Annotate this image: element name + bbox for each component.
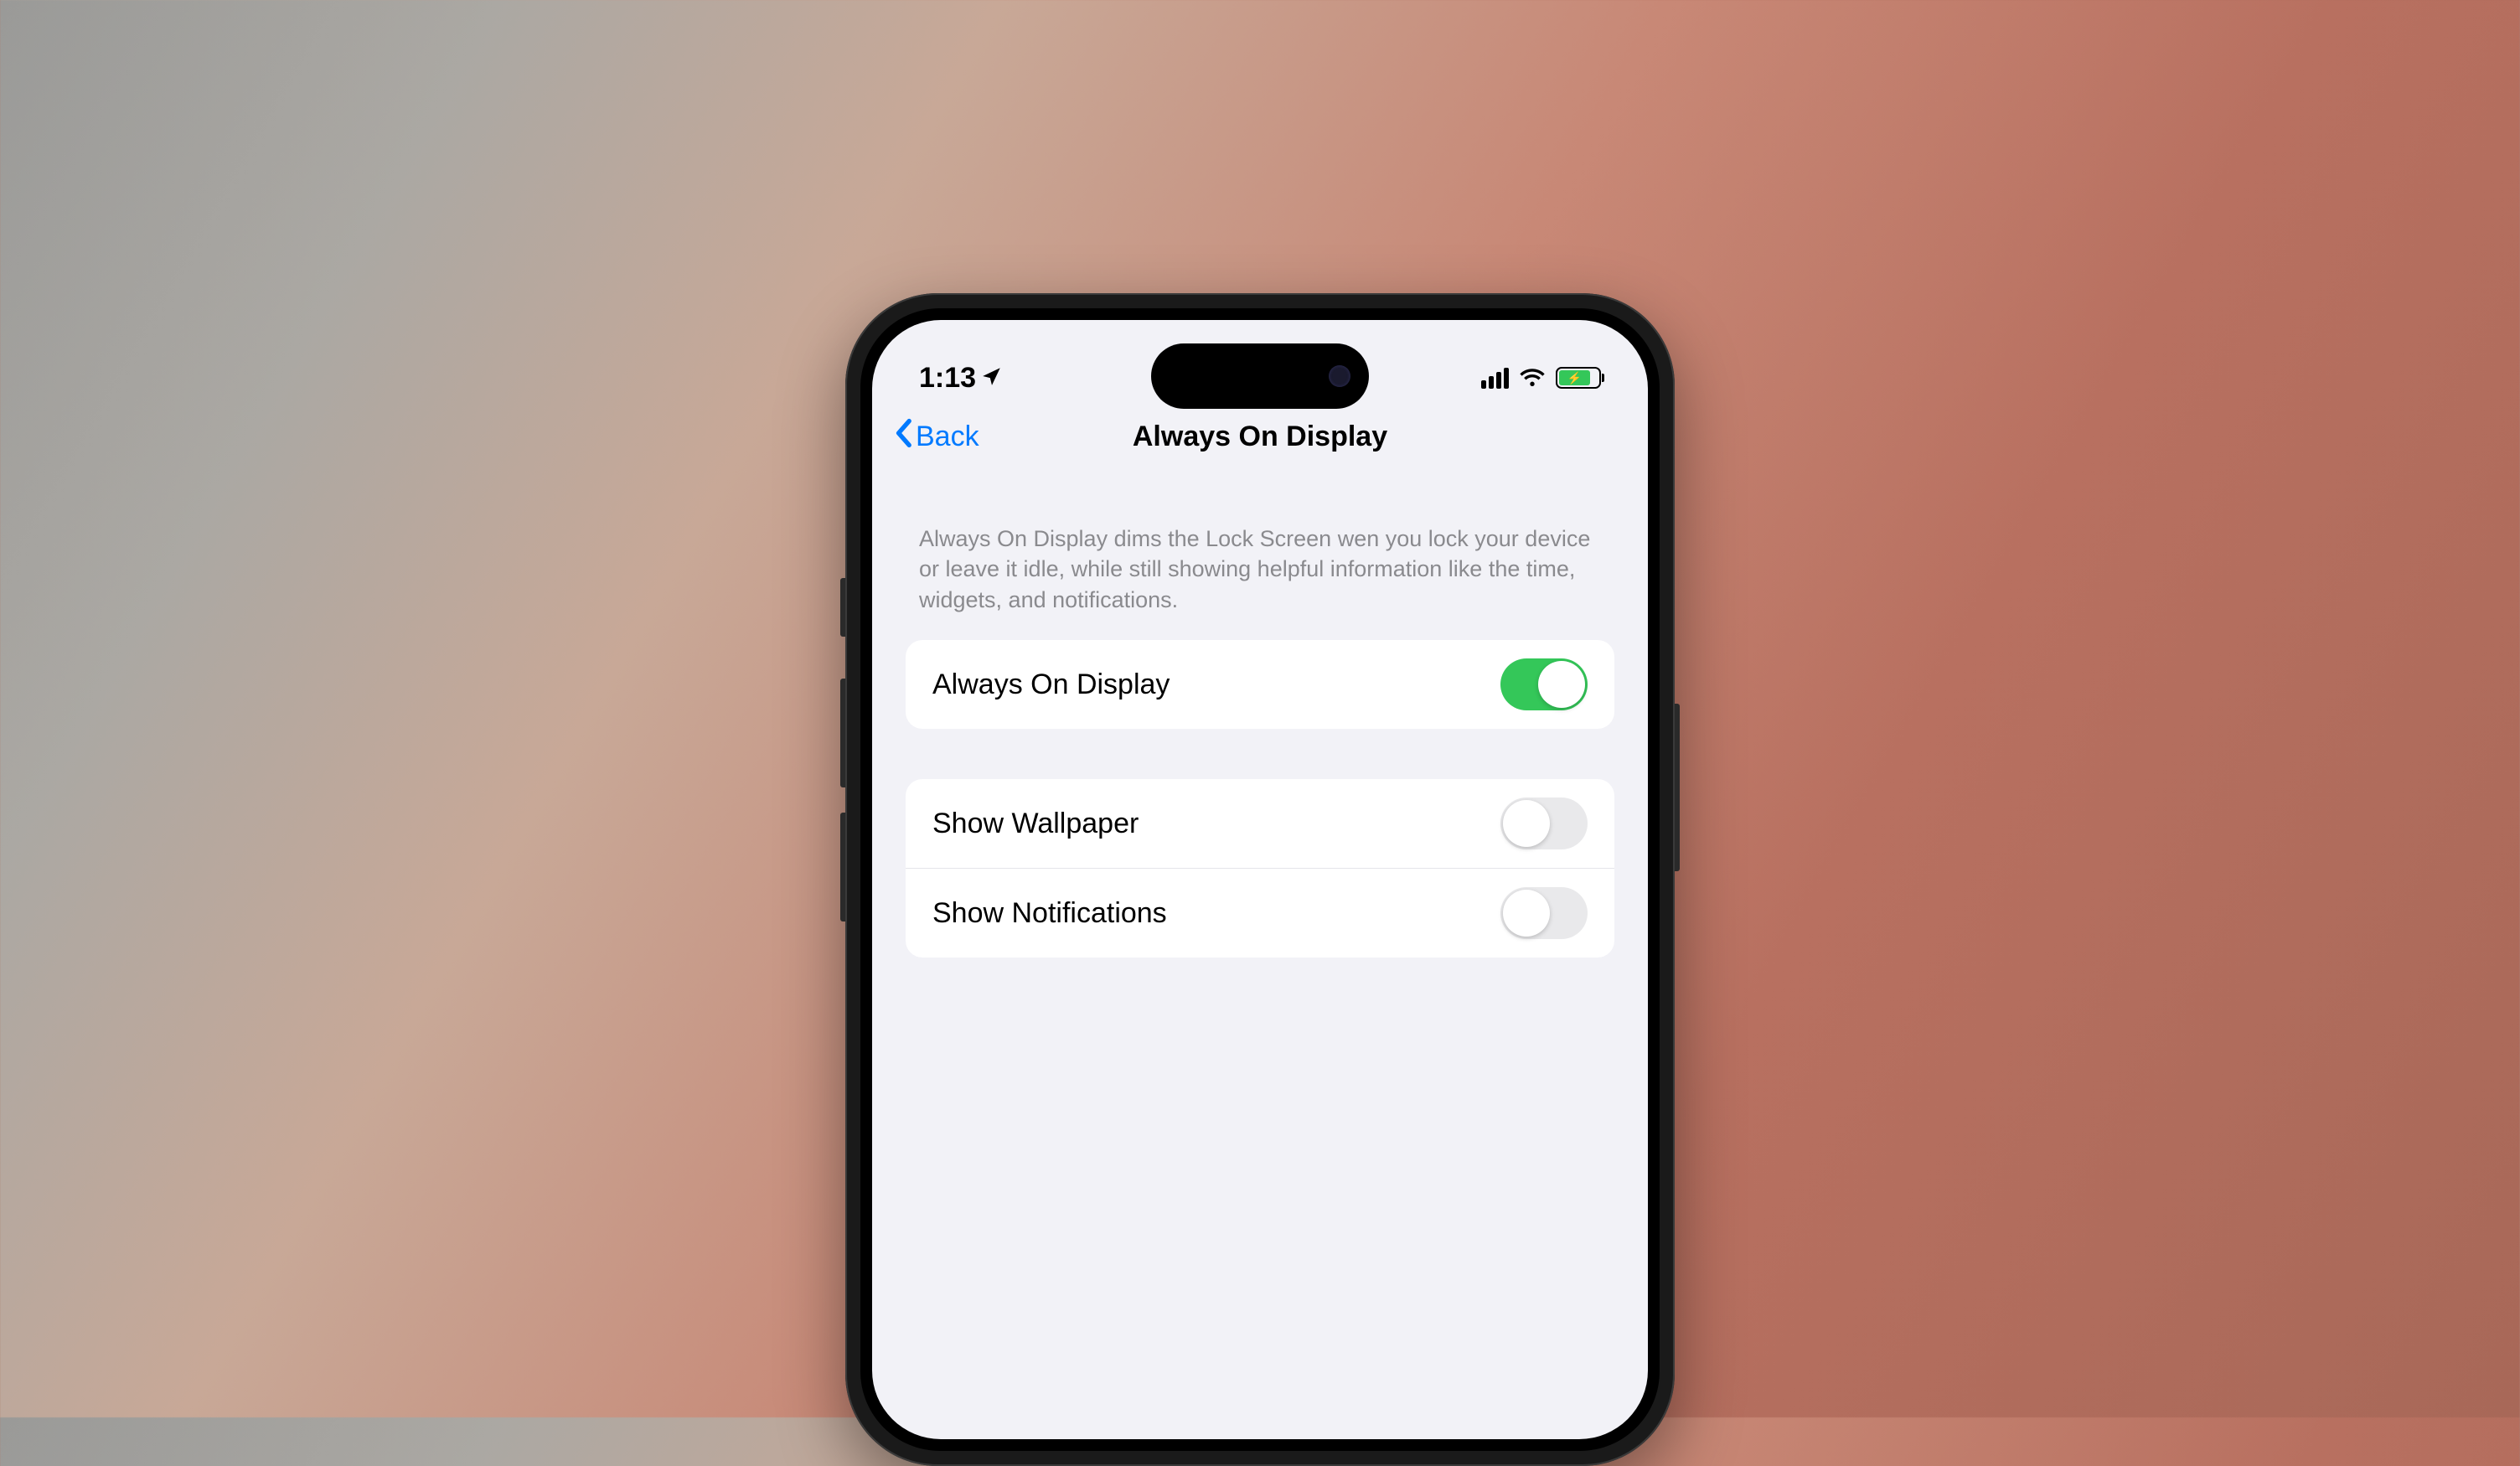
- toggle-knob: [1503, 800, 1550, 847]
- phone-screen: 1:13 ⚡: [872, 320, 1648, 1439]
- phone-frame: 1:13 ⚡: [845, 293, 1675, 1466]
- page-title: Always On Display: [1133, 421, 1387, 453]
- back-button[interactable]: Back: [892, 418, 979, 456]
- dynamic-island: [1151, 343, 1369, 409]
- row-label: Show Wallpaper: [932, 808, 1139, 840]
- chevron-left-icon: [892, 418, 914, 456]
- status-bar-left: 1:13: [919, 362, 1003, 395]
- settings-group-options: Show Wallpaper Show Notifications: [906, 779, 1614, 958]
- front-camera: [1329, 365, 1350, 387]
- power-button: [1675, 704, 1680, 871]
- cellular-signal-icon: [1481, 368, 1509, 389]
- toggle-knob: [1503, 890, 1550, 937]
- location-icon: [981, 362, 1003, 395]
- phone-bezel: 1:13 ⚡: [860, 308, 1660, 1451]
- navigation-bar: Back Always On Display: [872, 404, 1648, 473]
- toggle-always-on-display[interactable]: [1500, 658, 1588, 710]
- mute-switch: [840, 578, 845, 637]
- status-time: 1:13: [919, 362, 976, 395]
- toggle-knob: [1538, 661, 1585, 708]
- row-show-wallpaper: Show Wallpaper: [906, 779, 1614, 869]
- row-label: Show Notifications: [932, 897, 1167, 930]
- row-always-on-display: Always On Display: [906, 640, 1614, 729]
- back-label: Back: [916, 421, 979, 453]
- status-bar-right: ⚡: [1481, 366, 1601, 390]
- battery-icon: ⚡: [1556, 367, 1601, 389]
- section-description: Always On Display dims the Lock Screen w…: [906, 524, 1614, 640]
- toggle-show-wallpaper[interactable]: [1500, 798, 1588, 849]
- row-show-notifications: Show Notifications: [906, 869, 1614, 958]
- volume-up-button: [840, 679, 845, 787]
- row-label: Always On Display: [932, 668, 1170, 701]
- toggle-show-notifications[interactable]: [1500, 887, 1588, 939]
- settings-group-main: Always On Display: [906, 640, 1614, 729]
- wifi-icon: [1519, 366, 1546, 390]
- content-area: Always On Display dims the Lock Screen w…: [872, 473, 1648, 958]
- charging-icon: ⚡: [1567, 371, 1582, 385]
- volume-down-button: [840, 813, 845, 921]
